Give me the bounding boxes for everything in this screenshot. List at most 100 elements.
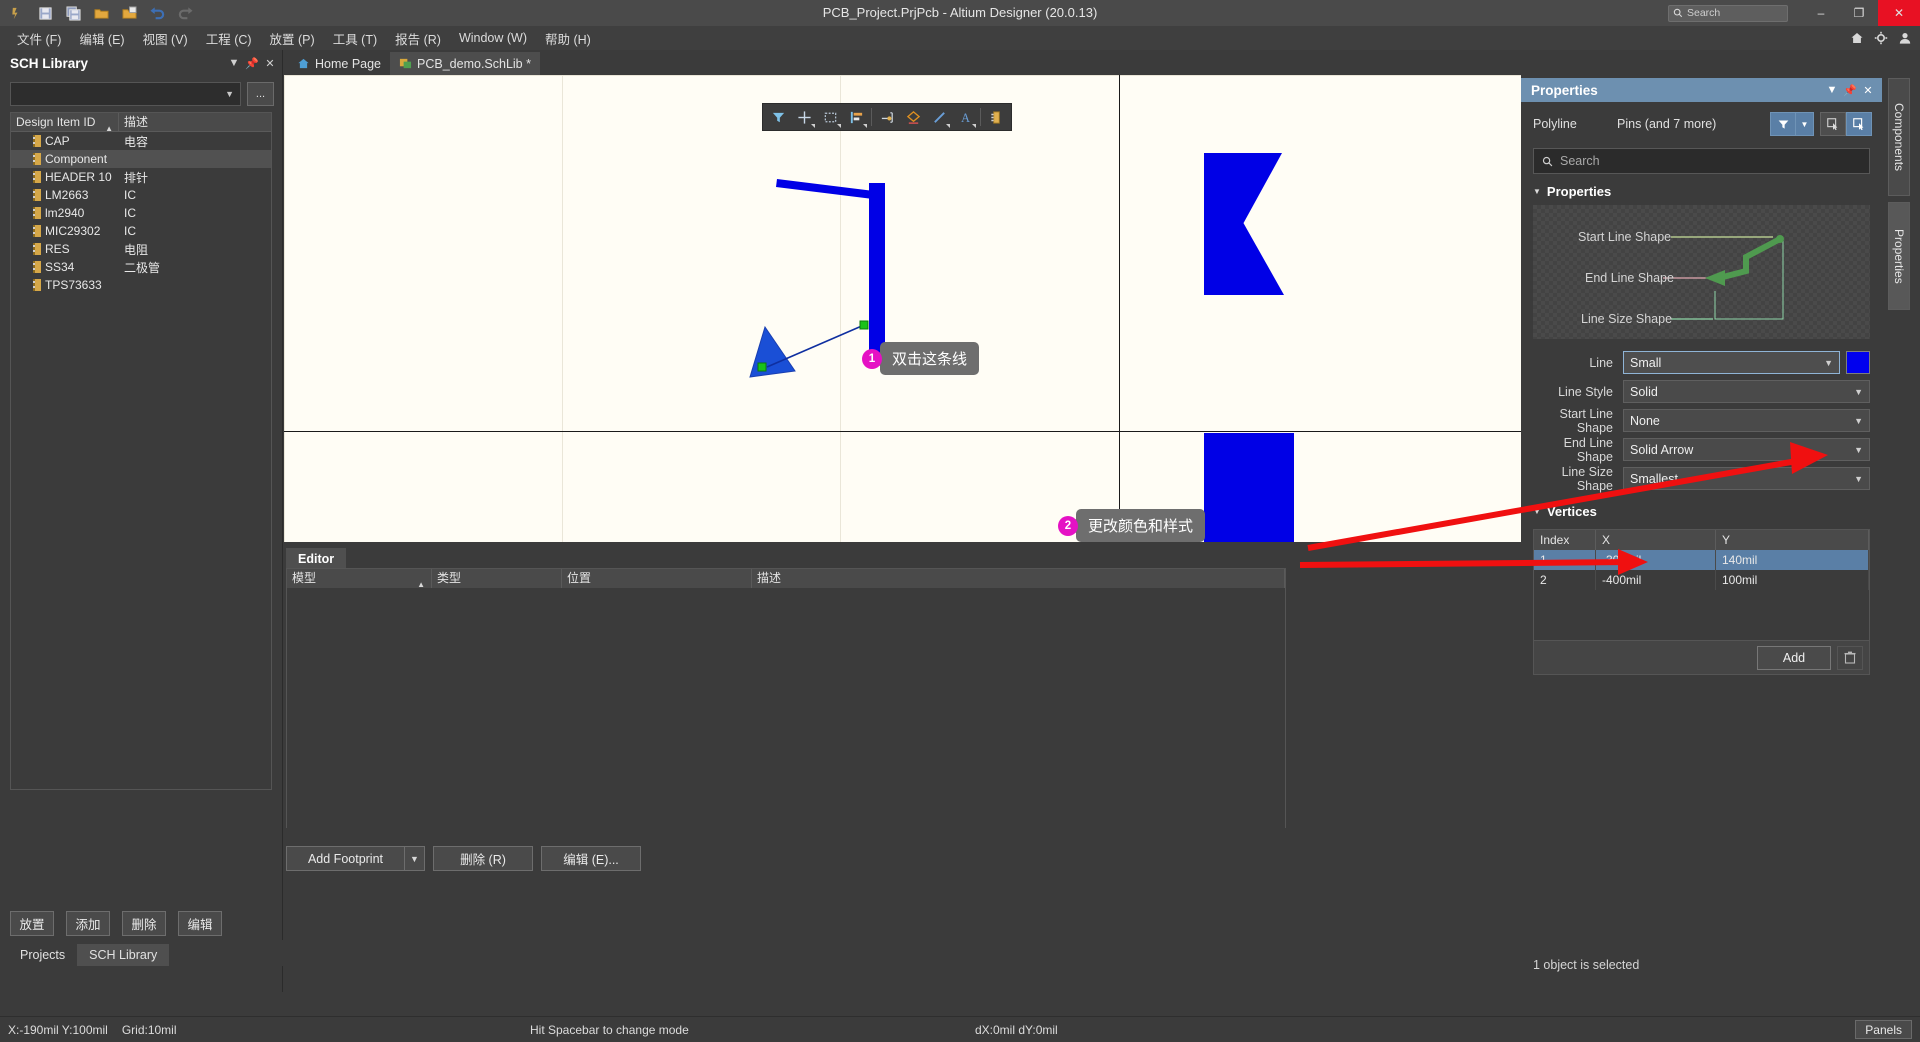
section-header-properties[interactable]: ▼ Properties: [1521, 174, 1882, 205]
save-icon[interactable]: [32, 2, 58, 24]
chevron-down-icon[interactable]: ▼: [1823, 80, 1841, 100]
tab-sch-library[interactable]: SCH Library: [77, 944, 170, 966]
funnel-icon[interactable]: [1770, 112, 1796, 136]
table-row[interactable]: Component: [11, 150, 271, 168]
menu-edit[interactable]: 编辑 (E): [70, 26, 133, 51]
vertical-tab-components[interactable]: Components: [1888, 78, 1910, 196]
column-location[interactable]: 位置: [562, 569, 752, 588]
place-line-icon[interactable]: [926, 105, 952, 129]
line-style-select[interactable]: Solid ▼: [1623, 380, 1870, 403]
place-button[interactable]: 放置: [10, 911, 54, 936]
properties-search-input[interactable]: Search: [1533, 148, 1870, 174]
table-row[interactable]: RES 电阻: [11, 240, 271, 258]
place-text-icon[interactable]: A: [952, 105, 978, 129]
menu-project[interactable]: 工程 (C): [197, 26, 261, 51]
global-search-input[interactable]: Search: [1668, 4, 1788, 22]
close-button[interactable]: ✕: [1878, 0, 1920, 26]
column-model[interactable]: 模型 ▲: [287, 569, 432, 589]
vertex-y-cell[interactable]: 140mil: [1716, 550, 1869, 570]
schematic-canvas[interactable]: A 1 双击这条线 2 更改颜色和样式: [284, 75, 1521, 542]
funnel-dropdown-button[interactable]: ▼: [1796, 112, 1814, 136]
column-index[interactable]: Index: [1534, 530, 1596, 550]
end-line-shape-select[interactable]: Solid Arrow ▼: [1623, 438, 1870, 461]
column-design-item-id[interactable]: Design Item ID ▲: [11, 113, 119, 133]
panels-button[interactable]: Panels: [1855, 1020, 1912, 1039]
section-header-vertices[interactable]: ▼ Vertices: [1521, 494, 1882, 525]
crosshair-icon[interactable]: [791, 105, 817, 129]
chevron-down-icon[interactable]: ▼: [405, 846, 425, 871]
select-single-icon[interactable]: [1846, 112, 1872, 136]
edit-footprint-button[interactable]: 编辑 (E)...: [541, 846, 641, 871]
table-row[interactable]: TPS73633: [11, 276, 271, 294]
align-icon[interactable]: [843, 105, 869, 129]
pin-icon[interactable]: 📌: [244, 54, 260, 72]
library-options-button[interactable]: ...: [247, 82, 274, 106]
table-row[interactable]: MIC29302 IC: [11, 222, 271, 240]
edit-button[interactable]: 编辑: [178, 911, 222, 936]
vertex-x-cell[interactable]: -300mil: [1596, 550, 1716, 570]
line-color-swatch[interactable]: [1846, 351, 1870, 374]
column-description[interactable]: 描述: [119, 113, 271, 131]
menu-file[interactable]: 文件 (F): [8, 26, 70, 51]
callout-number: 1: [862, 348, 882, 369]
delete-footprint-button[interactable]: 删除 (R): [433, 846, 533, 871]
maximize-button[interactable]: ❐: [1840, 0, 1878, 26]
table-row[interactable]: LM2663 IC: [11, 186, 271, 204]
select-area-icon[interactable]: [817, 105, 843, 129]
menu-place[interactable]: 放置 (P): [261, 26, 324, 51]
add-footprint-button[interactable]: Add Footprint: [286, 846, 405, 871]
vertices-table: Index X Y 1 -300mil 140mil 2 -400mil 100…: [1533, 529, 1870, 675]
menu-view[interactable]: 视图 (V): [134, 26, 197, 51]
column-description[interactable]: 描述: [752, 569, 1285, 588]
menu-window[interactable]: Window (W): [450, 28, 536, 48]
line-width-select[interactable]: Small ▼: [1623, 351, 1840, 374]
model-table-body[interactable]: [287, 588, 1285, 828]
menu-tools[interactable]: 工具 (T): [324, 26, 386, 51]
place-polygon-icon[interactable]: [900, 105, 926, 129]
column-x[interactable]: X: [1596, 530, 1716, 550]
place-pin-icon[interactable]: [874, 105, 900, 129]
column-y[interactable]: Y: [1716, 530, 1869, 550]
delete-button[interactable]: 删除: [122, 911, 166, 936]
table-row[interactable]: HEADER 10 排针: [11, 168, 271, 186]
chevron-down-icon[interactable]: ▼: [226, 54, 242, 72]
add-vertex-button[interactable]: Add: [1757, 645, 1831, 670]
altium-logo-icon[interactable]: [4, 2, 30, 24]
table-row[interactable]: 2 -400mil 100mil: [1534, 570, 1869, 590]
open-project-icon[interactable]: [116, 2, 142, 24]
vertex-y-cell[interactable]: 100mil: [1716, 570, 1869, 590]
vertical-tab-properties[interactable]: Properties: [1888, 202, 1910, 310]
gear-icon[interactable]: [1874, 31, 1888, 45]
close-icon[interactable]: ✕: [1859, 80, 1877, 100]
trash-icon[interactable]: [1837, 645, 1863, 670]
user-icon[interactable]: [1898, 31, 1912, 45]
select-all-icon[interactable]: [1820, 112, 1846, 136]
add-button[interactable]: 添加: [66, 911, 110, 936]
minimize-button[interactable]: –: [1802, 0, 1840, 26]
close-icon[interactable]: ✕: [262, 54, 278, 72]
document-tab-home-page[interactable]: Home Page: [288, 52, 390, 75]
title-bar-right: Search – ❐ ✕: [1668, 0, 1920, 26]
start-line-shape-select[interactable]: None ▼: [1623, 409, 1870, 432]
table-row[interactable]: lm2940 IC: [11, 204, 271, 222]
undo-icon[interactable]: [144, 2, 170, 24]
save-all-icon[interactable]: [60, 2, 86, 24]
line-size-shape-select[interactable]: Smallest ▼: [1623, 467, 1870, 490]
menu-reports[interactable]: 报告 (R): [386, 26, 450, 51]
tab-editor[interactable]: Editor: [286, 548, 347, 570]
tab-projects[interactable]: Projects: [8, 944, 78, 966]
table-row[interactable]: SS34 二极管: [11, 258, 271, 276]
pin-icon[interactable]: 📌: [1841, 80, 1859, 100]
open-icon[interactable]: [88, 2, 114, 24]
home-icon[interactable]: [1850, 31, 1864, 45]
menu-help[interactable]: 帮助 (H): [536, 26, 600, 51]
column-type[interactable]: 类型: [432, 569, 562, 588]
place-component-icon[interactable]: [983, 105, 1009, 129]
document-tab-pcb-demo-schlib[interactable]: PCB_demo.SchLib *: [390, 52, 540, 75]
vertex-x-cell[interactable]: -400mil: [1596, 570, 1716, 590]
filter-icon[interactable]: [765, 105, 791, 129]
table-row[interactable]: CAP 电容: [11, 132, 271, 150]
chevron-down-icon: ▼: [1854, 473, 1863, 484]
library-combo[interactable]: ▼: [10, 82, 241, 106]
table-row[interactable]: 1 -300mil 140mil: [1534, 550, 1869, 570]
